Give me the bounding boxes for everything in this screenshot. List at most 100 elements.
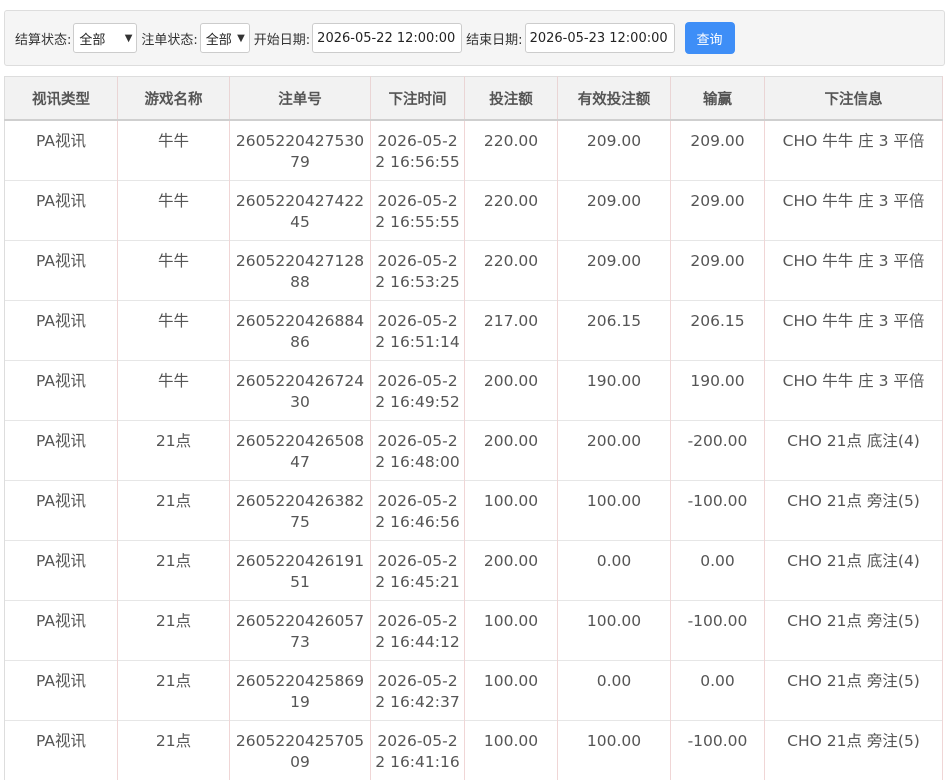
column-header: 投注额 xyxy=(464,76,558,121)
win-loss-cell: 0.00 xyxy=(670,539,765,600)
game-name-cell: 牛牛 xyxy=(117,299,230,360)
bet-time-cell: 2026-05-22 16:48:00 xyxy=(370,419,465,480)
valid-bet-cell: 100.00 xyxy=(557,719,671,780)
bet-records-table: 视讯类型 游戏名称 注单号 下注时间 投注额 有效投注额 输赢 下注信息 PA视… xyxy=(4,76,943,780)
bet-amount-cell: 100.00 xyxy=(464,719,558,780)
win-loss-cell: 209.00 xyxy=(670,239,765,300)
bet-info-cell: CHO 牛牛 庄 3 平倍 xyxy=(764,299,943,360)
valid-bet-cell: 209.00 xyxy=(557,119,671,180)
bet-info-cell: CHO 牛牛 庄 3 平倍 xyxy=(764,239,943,300)
bet-amount-cell: 100.00 xyxy=(464,659,558,720)
table-row: PA视讯 21点 260522042570509 2026-05-22 16:41:1… xyxy=(4,719,943,780)
chevron-down-icon: ▼ xyxy=(124,32,133,44)
settle-status-label: 结算状态: xyxy=(15,32,72,48)
table-row: PA视讯 牛牛 260522042712888 2026-05-22 16:53:25… xyxy=(4,239,943,300)
valid-bet-cell: 0.00 xyxy=(557,659,671,720)
bet-time-cell: 2026-05-22 16:51:14 xyxy=(370,299,465,360)
game-name-cell: 牛牛 xyxy=(117,179,230,240)
table-header-row: 视讯类型 游戏名称 注单号 下注时间 投注额 有效投注额 输赢 下注信息 xyxy=(4,76,943,121)
order-number-cell: 260522042672430 xyxy=(229,359,371,420)
bet-time-cell: 2026-05-22 16:56:55 xyxy=(370,119,465,180)
bet-info-cell: CHO 21点 旁注(5) xyxy=(764,719,943,780)
valid-bet-cell: 0.00 xyxy=(557,539,671,600)
column-header: 下注时间 xyxy=(370,76,465,121)
table-body: PA视讯 牛牛 260522042753079 2026-05-22 16:56:55… xyxy=(4,119,943,780)
column-header: 注单号 xyxy=(229,76,371,121)
win-loss-cell: 209.00 xyxy=(670,179,765,240)
chevron-down-icon: ▼ xyxy=(237,32,245,44)
order-status-value: 全部 xyxy=(205,32,232,48)
game-name-cell: 21点 xyxy=(117,539,230,600)
bet-info-cell: CHO 21点 底注(4) xyxy=(764,419,943,480)
bet-time-cell: 2026-05-22 16:44:12 xyxy=(370,599,465,660)
win-loss-cell: -100.00 xyxy=(670,599,765,660)
bet-amount-cell: 100.00 xyxy=(464,479,558,540)
video-type-cell: PA视讯 xyxy=(4,659,118,720)
start-date-input[interactable]: 2026-05-22 12:00:00 xyxy=(312,23,463,53)
win-loss-cell: -200.00 xyxy=(670,419,765,480)
column-header: 视讯类型 xyxy=(4,76,118,121)
order-number-cell: 260522042753079 xyxy=(229,119,371,180)
bet-amount-cell: 200.00 xyxy=(464,359,558,420)
game-name-cell: 21点 xyxy=(117,479,230,540)
bet-info-cell: CHO 牛牛 庄 3 平倍 xyxy=(764,119,943,180)
bet-amount-cell: 217.00 xyxy=(464,299,558,360)
table-row: PA视讯 牛牛 260522042753079 2026-05-22 16:56:55… xyxy=(4,119,943,180)
game-name-cell: 21点 xyxy=(117,599,230,660)
valid-bet-cell: 100.00 xyxy=(557,479,671,540)
table-row: PA视讯 21点 260522042586919 2026-05-22 16:42:3… xyxy=(4,659,943,720)
video-type-cell: PA视讯 xyxy=(4,119,118,180)
game-name-cell: 21点 xyxy=(117,659,230,720)
bet-info-cell: CHO 牛牛 庄 3 平倍 xyxy=(764,359,943,420)
table-row: PA视讯 21点 260522042650847 2026-05-22 16:48:0… xyxy=(4,419,943,480)
win-loss-cell: 190.00 xyxy=(670,359,765,420)
valid-bet-cell: 209.00 xyxy=(557,239,671,300)
bet-amount-cell: 220.00 xyxy=(464,119,558,180)
order-number-cell: 260522042570509 xyxy=(229,719,371,780)
bet-info-cell: CHO 21点 旁注(5) xyxy=(764,659,943,720)
game-name-cell: 牛牛 xyxy=(117,239,230,300)
order-number-cell: 260522042605773 xyxy=(229,599,371,660)
win-loss-cell: 0.00 xyxy=(670,659,765,720)
order-number-cell: 260522042742245 xyxy=(229,179,371,240)
table-row: PA视讯 牛牛 260522042672430 2026-05-22 16:49:52… xyxy=(4,359,943,420)
bet-info-cell: CHO 21点 旁注(5) xyxy=(764,599,943,660)
bet-time-cell: 2026-05-22 16:53:25 xyxy=(370,239,465,300)
order-number-cell: 260522042712888 xyxy=(229,239,371,300)
bet-time-cell: 2026-05-22 16:41:16 xyxy=(370,719,465,780)
bet-time-cell: 2026-05-22 16:45:21 xyxy=(370,539,465,600)
query-button[interactable]: 查询 xyxy=(684,22,735,54)
order-status-label: 注单状态: xyxy=(141,32,198,48)
order-number-cell: 260522042688486 xyxy=(229,299,371,360)
bet-amount-cell: 200.00 xyxy=(464,419,558,480)
bet-info-cell: CHO 21点 底注(4) xyxy=(764,539,943,600)
order-number-cell: 260522042650847 xyxy=(229,419,371,480)
bet-amount-cell: 100.00 xyxy=(464,599,558,660)
column-header: 下注信息 xyxy=(764,76,943,121)
bet-time-cell: 2026-05-22 16:42:37 xyxy=(370,659,465,720)
table-row: PA视讯 牛牛 260522042688486 2026-05-22 16:51:14… xyxy=(4,299,943,360)
video-type-cell: PA视讯 xyxy=(4,479,118,540)
settle-status-select[interactable]: 全部 ▼ xyxy=(73,23,138,53)
game-name-cell: 21点 xyxy=(117,419,230,480)
win-loss-cell: -100.00 xyxy=(670,719,765,780)
video-type-cell: PA视讯 xyxy=(4,179,118,240)
column-header: 有效投注额 xyxy=(557,76,671,121)
video-type-cell: PA视讯 xyxy=(4,299,118,360)
bet-records-table-wrapper: 视讯类型 游戏名称 注单号 下注时间 投注额 有效投注额 输赢 下注信息 PA视… xyxy=(4,76,943,780)
valid-bet-cell: 209.00 xyxy=(557,179,671,240)
bet-amount-cell: 200.00 xyxy=(464,539,558,600)
video-type-cell: PA视讯 xyxy=(4,539,118,600)
bet-time-cell: 2026-05-22 16:55:55 xyxy=(370,179,465,240)
order-number-cell: 260522042586919 xyxy=(229,659,371,720)
order-status-select[interactable]: 全部 ▼ xyxy=(199,23,250,53)
game-name-cell: 牛牛 xyxy=(117,359,230,420)
table-row: PA视讯 21点 260522042605773 2026-05-22 16:44:1… xyxy=(4,599,943,660)
end-date-input[interactable]: 2026-05-23 12:00:00 xyxy=(524,23,675,53)
order-number-cell: 260522042638275 xyxy=(229,479,371,540)
video-type-cell: PA视讯 xyxy=(4,239,118,300)
bet-amount-cell: 220.00 xyxy=(464,239,558,300)
valid-bet-cell: 206.15 xyxy=(557,299,671,360)
order-number-cell: 260522042619151 xyxy=(229,539,371,600)
valid-bet-cell: 190.00 xyxy=(557,359,671,420)
